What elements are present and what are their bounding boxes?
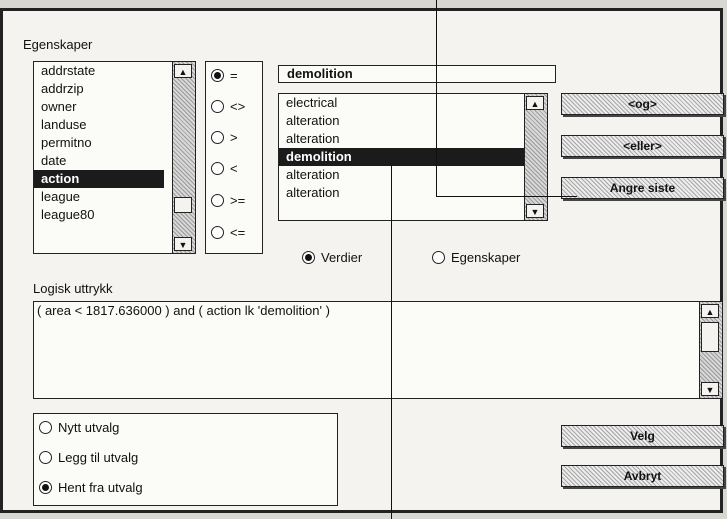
operator-eq[interactable]: = — [211, 65, 238, 85]
value-item[interactable]: alteration — [279, 112, 547, 130]
mode-values-radio[interactable]: Verdier — [302, 247, 362, 267]
radio-selected-icon — [211, 68, 224, 82]
value-item[interactable]: electrical — [279, 94, 547, 112]
property-item-owner[interactable]: owner — [34, 98, 195, 116]
scroll-thumb[interactable] — [174, 197, 192, 213]
operator-ge[interactable]: >= — [211, 190, 245, 210]
crosshair-horizontal-line — [436, 196, 577, 197]
property-item-action[interactable]: action — [34, 170, 164, 188]
property-item-league80[interactable]: league80 — [34, 206, 195, 224]
properties-scrollbar[interactable]: ▲ ▼ — [172, 62, 195, 253]
radio-icon — [211, 161, 224, 175]
operator-ne[interactable]: <> — [211, 96, 245, 116]
logic-expression-text[interactable]: ( area < 1817.636000 ) and ( action lk '… — [37, 303, 330, 318]
radio-selected-icon — [39, 480, 52, 494]
property-item-date[interactable]: date — [34, 152, 195, 170]
mode-properties-radio[interactable]: Egenskaper — [432, 247, 520, 267]
logic-expression-label: Logisk uttrykk — [33, 281, 113, 296]
radio-icon — [211, 130, 224, 144]
operator-lt[interactable]: < — [211, 158, 238, 178]
operator-group: = <> > < >= <= — [205, 61, 263, 254]
scroll-down-icon[interactable]: ▼ — [174, 237, 192, 251]
property-item-landuse[interactable]: landuse — [34, 116, 195, 134]
logic-expression-field[interactable]: ( area < 1817.636000 ) and ( action lk '… — [33, 301, 723, 399]
property-item-league[interactable]: league — [34, 188, 195, 206]
radio-selected-icon — [302, 250, 315, 264]
query-dialog: Egenskaper addrstate addrzip owner landu… — [0, 8, 724, 513]
and-button[interactable]: <og> — [561, 93, 724, 115]
scroll-up-icon[interactable]: ▲ — [174, 64, 192, 78]
value-input[interactable]: demolition — [278, 65, 556, 83]
or-button[interactable]: <eller> — [561, 135, 724, 157]
add-to-selection-radio[interactable]: Legg til utvalg — [39, 447, 138, 467]
properties-label: Egenskaper — [23, 37, 93, 52]
scroll-up-icon[interactable]: ▲ — [701, 304, 719, 318]
operator-le[interactable]: <= — [211, 222, 245, 242]
logic-scrollbar[interactable]: ▲ ▼ — [699, 302, 722, 398]
value-item[interactable]: alteration — [279, 166, 547, 184]
crosshair-vertical-line — [436, 0, 437, 196]
radio-icon — [211, 225, 224, 239]
fetch-from-selection-radio[interactable]: Hent fra utvalg — [39, 477, 143, 497]
radio-icon — [39, 450, 52, 464]
property-item-addrstate[interactable]: addrstate — [34, 62, 195, 80]
operator-gt[interactable]: > — [211, 127, 238, 147]
radio-icon — [432, 250, 445, 264]
value-item-selected[interactable]: demolition — [279, 148, 524, 166]
property-item-addrzip[interactable]: addrzip — [34, 80, 195, 98]
crosshair-vertical-line-2 — [391, 165, 392, 519]
scroll-up-icon[interactable]: ▲ — [526, 96, 544, 110]
select-button[interactable]: Velg — [561, 425, 724, 447]
undo-last-button[interactable]: Angre siste — [561, 177, 724, 199]
radio-icon — [211, 193, 224, 207]
scroll-thumb[interactable] — [701, 322, 719, 352]
cancel-button[interactable]: Avbryt — [561, 465, 724, 487]
radio-icon — [39, 420, 52, 434]
new-selection-radio[interactable]: Nytt utvalg — [39, 417, 119, 437]
scroll-down-icon[interactable]: ▼ — [701, 382, 719, 396]
value-item[interactable]: alteration — [279, 130, 547, 148]
value-item[interactable]: alteration — [279, 184, 547, 202]
properties-list[interactable]: addrstate addrzip owner landuse permitno… — [33, 61, 196, 254]
scroll-down-icon[interactable]: ▼ — [526, 204, 544, 218]
property-item-permitno[interactable]: permitno — [34, 134, 195, 152]
values-scrollbar[interactable]: ▲ ▼ — [524, 94, 547, 220]
values-list[interactable]: electrical alteration alteration demolit… — [278, 93, 548, 221]
radio-icon — [211, 99, 224, 113]
selection-mode-group: Nytt utvalg Legg til utvalg Hent fra utv… — [33, 413, 338, 506]
